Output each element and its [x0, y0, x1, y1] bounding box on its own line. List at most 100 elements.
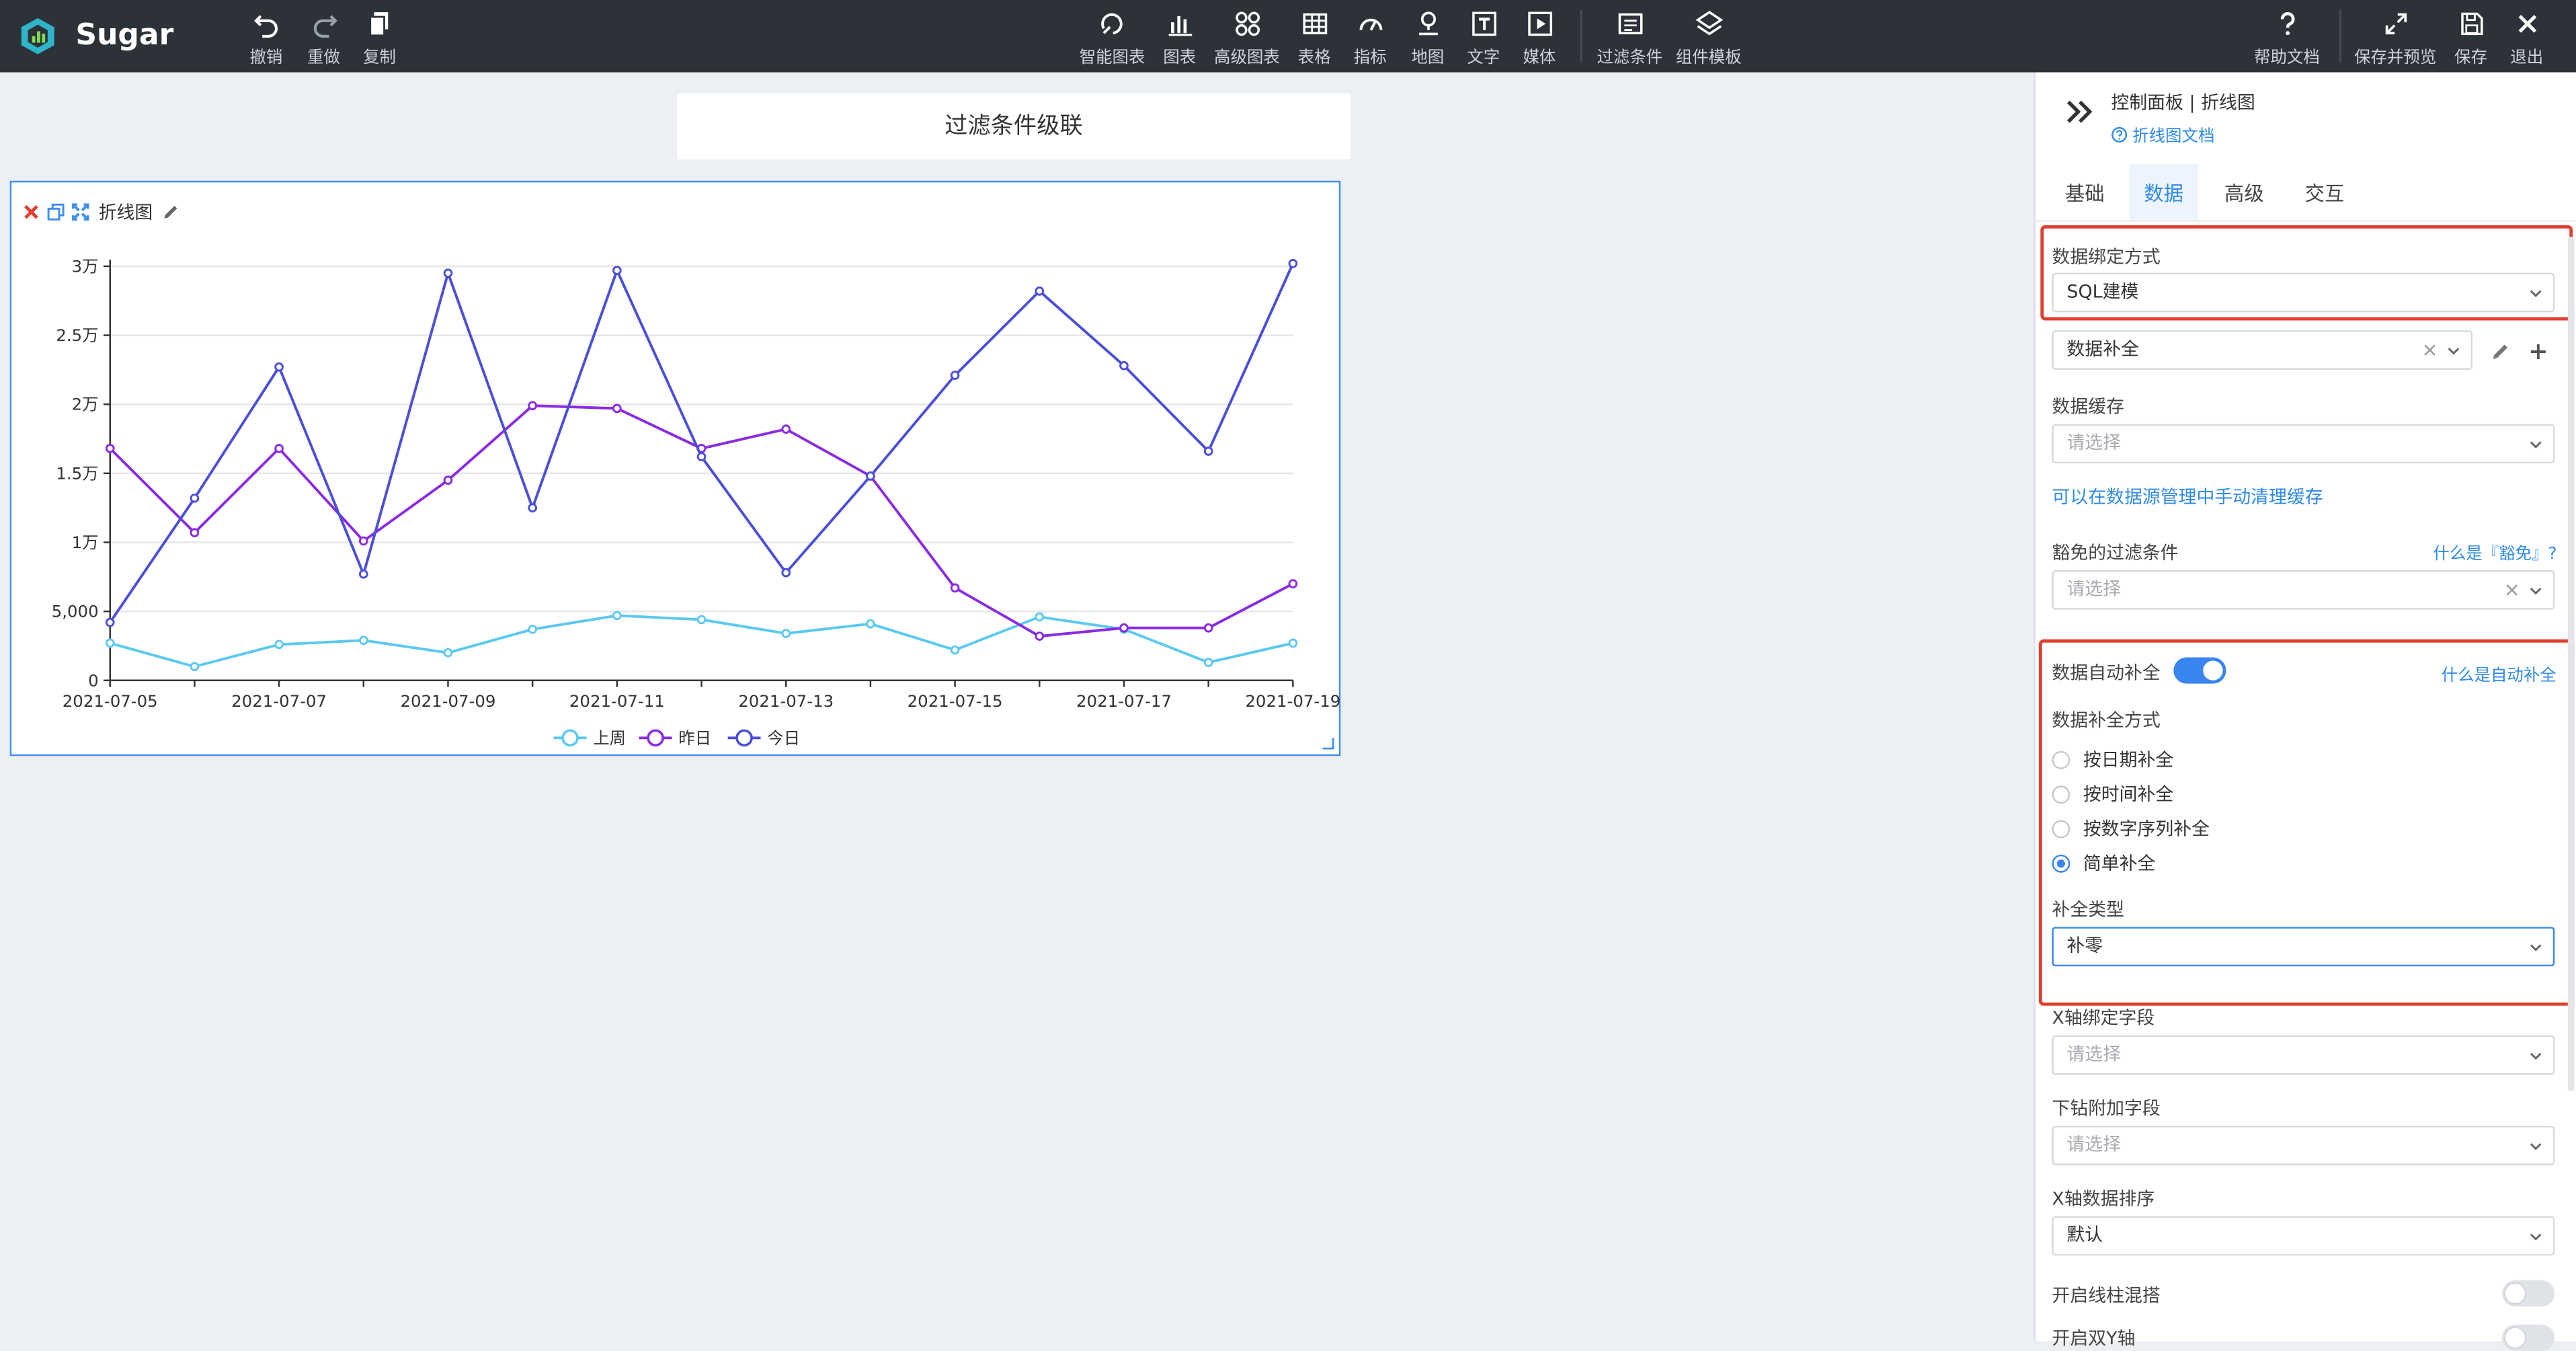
data-point	[358, 569, 368, 579]
radio-label: 按数字序列补全	[2083, 818, 2210, 840]
data-point	[866, 619, 875, 629]
cache-label: 数据缓存	[2052, 395, 2124, 418]
data-point	[950, 645, 960, 655]
data-point	[105, 617, 115, 627]
data-point	[443, 268, 453, 278]
data-point	[190, 662, 200, 672]
binding-value: SQL建模	[2066, 280, 2139, 303]
x-tick-label: 2021-07-07	[231, 691, 327, 711]
smart-chart-button[interactable]: 智能图表	[1078, 10, 1147, 67]
mix-toggle[interactable]	[2502, 1280, 2555, 1307]
text-button[interactable]: 文字	[1464, 10, 1504, 67]
dual-axis-label: 开启双Y轴	[2052, 1327, 2136, 1350]
model-select[interactable]: 数据补全	[2052, 330, 2473, 370]
help-button[interactable]: 帮助文档	[2251, 10, 2323, 68]
map-pin-icon	[1418, 11, 1437, 36]
help-label: 帮助文档	[2254, 49, 2320, 68]
table-label: 表格	[1297, 49, 1331, 68]
radio-label: 按日期补全	[2083, 749, 2174, 771]
save-button[interactable]: 保存	[2451, 10, 2491, 67]
radio-fill-by-number[interactable]: 按数字序列补全	[2052, 815, 2210, 841]
panel-tabs: 基础 数据 高级 交互	[2035, 164, 2576, 222]
radio-fill-simple[interactable]: 简单补全	[2052, 849, 2155, 876]
fill-mode-label: 数据补全方式	[2052, 709, 2161, 732]
radio-fill-by-date[interactable]: 按日期补全	[2052, 746, 2173, 773]
fill-type-select[interactable]: 补零	[2052, 927, 2555, 967]
undo-button[interactable]: 撤销	[247, 10, 286, 67]
data-point	[1035, 631, 1045, 641]
filter-label: 过滤条件	[1597, 49, 1663, 68]
metric-button[interactable]: 指标	[1351, 10, 1390, 67]
advanced-chart-button[interactable]: 高级图表	[1213, 10, 1282, 67]
x-tick-label: 2021-07-11	[569, 691, 665, 711]
dual-axis-toggle[interactable]	[2502, 1324, 2555, 1351]
sort-select[interactable]: 默认	[2052, 1216, 2555, 1256]
data-point	[105, 444, 115, 453]
autofill-help-link[interactable]: 什么是自动补全	[2442, 660, 2557, 685]
toolbar-divider	[1580, 9, 1582, 63]
save-preview-button[interactable]: 保存并预览	[2349, 10, 2442, 68]
chevron-down-icon	[2530, 944, 2542, 952]
y-tick-label: 0	[88, 670, 99, 690]
media-icon	[1527, 11, 1552, 36]
data-point	[950, 371, 960, 380]
panel-scrollbar[interactable]	[2567, 236, 2575, 1091]
tab-data[interactable]: 数据	[2129, 164, 2198, 221]
data-point	[1119, 360, 1129, 371]
data-point	[190, 493, 200, 503]
resize-handle-icon[interactable]	[1322, 738, 1334, 750]
autofill-toggle[interactable]	[2173, 657, 2226, 684]
media-label: 媒体	[1523, 49, 1556, 68]
data-point	[443, 475, 453, 485]
legend-label: 今日	[767, 728, 800, 748]
save-preview-label: 保存并预览	[2354, 49, 2437, 68]
advanced-chart-icon	[1235, 11, 1259, 36]
line-chart-card[interactable]: 折线图 0 5,000 1万 1.5万 2万 2.5万 3万 2021-07-05 2021-0…	[9, 180, 1340, 757]
template-icon	[1695, 11, 1723, 36]
redo-button[interactable]: 重做	[304, 10, 344, 67]
data-point	[612, 611, 622, 621]
clear-cache-link[interactable]: 可以在数据源管理中手动清理缓存	[2052, 484, 2323, 510]
exempt-help-link[interactable]: 什么是『豁免』?	[2433, 539, 2557, 564]
chart-doc-link[interactable]: 折线图文档	[2111, 122, 2214, 147]
media-button[interactable]: 媒体	[1520, 10, 1560, 68]
map-label: 地图	[1411, 49, 1445, 68]
x-tick-label: 2021-07-09	[401, 691, 496, 711]
filter-button[interactable]: 过滤条件	[1594, 10, 1666, 68]
edit-model-icon[interactable]	[2491, 342, 2510, 361]
x-tick-label: 2021-07-05	[63, 691, 158, 711]
x-field-select[interactable]: 请选择	[2052, 1035, 2555, 1075]
series-line-1	[109, 404, 1294, 638]
exit-button[interactable]: 退出	[2507, 10, 2546, 67]
series-line-2	[109, 263, 1295, 623]
binding-select[interactable]: SQL建模	[2052, 272, 2555, 313]
toggle-knob	[2203, 660, 2223, 681]
cache-select[interactable]: 请选择	[2052, 424, 2555, 464]
drill-select[interactable]: 请选择	[2052, 1126, 2555, 1165]
y-tick-label: 3万	[72, 256, 99, 276]
tab-basic[interactable]: 基础	[2049, 164, 2122, 220]
clear-icon[interactable]	[2504, 582, 2520, 598]
tab-interaction[interactable]: 交互	[2290, 164, 2360, 220]
copy-icon	[368, 12, 388, 37]
expand-icon	[2384, 13, 2406, 35]
template-button[interactable]: 组件模板	[1673, 10, 1745, 67]
undo-icon	[253, 15, 277, 38]
copy-button[interactable]: 复制	[360, 10, 399, 67]
radio-dot	[2052, 853, 2070, 872]
help-icon	[2280, 12, 2294, 36]
radio-dot	[2052, 750, 2070, 769]
radio-fill-by-time[interactable]: 按时间补全	[2052, 781, 2173, 807]
collapse-panel-icon[interactable]	[2065, 99, 2095, 125]
dashboard-title[interactable]: 过滤条件级联	[676, 93, 1351, 160]
tab-advanced[interactable]: 高级	[2210, 164, 2279, 220]
chart-button[interactable]: 图表	[1160, 10, 1199, 67]
clear-icon[interactable]	[2421, 342, 2438, 358]
legend-marker	[561, 729, 579, 747]
data-point	[274, 444, 284, 453]
add-model-icon[interactable]	[2528, 342, 2548, 361]
map-button[interactable]: 地图	[1408, 10, 1447, 68]
table-button[interactable]: 表格	[1295, 10, 1334, 68]
exempt-select[interactable]: 请选择	[2052, 570, 2555, 610]
data-point	[528, 503, 538, 513]
